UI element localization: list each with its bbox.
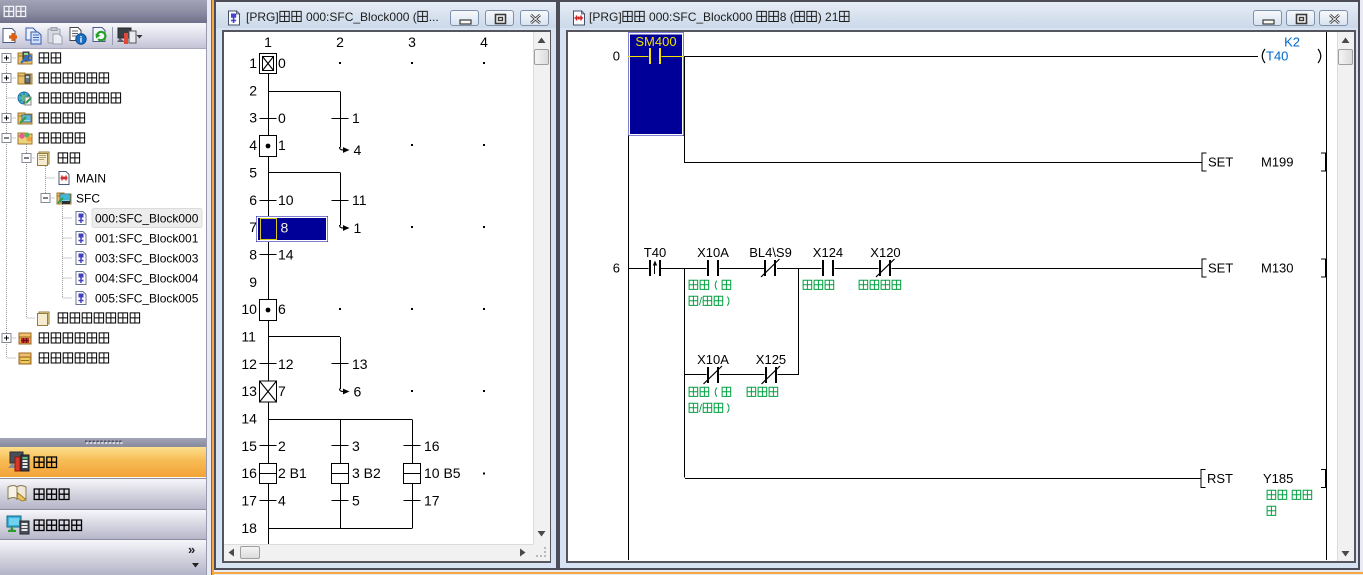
svg-text:7: 7	[278, 383, 286, 399]
svg-text:2 B1: 2 B1	[278, 465, 307, 481]
svg-text:10: 10	[241, 301, 257, 317]
svg-text:17: 17	[241, 493, 257, 509]
svg-text:4: 4	[249, 137, 257, 153]
svg-text:8: 8	[281, 220, 289, 236]
svg-text:1: 1	[278, 137, 286, 153]
svg-text:15: 15	[241, 438, 257, 454]
svg-text:18: 18	[241, 520, 257, 536]
svg-text:11: 11	[352, 192, 367, 208]
svg-text:2: 2	[336, 34, 344, 50]
svg-text:13: 13	[241, 383, 257, 399]
svg-text:K2: K2	[1284, 35, 1300, 50]
svg-text:SM400: SM400	[635, 34, 676, 49]
svg-text:BL4\S9: BL4\S9	[749, 245, 792, 260]
svg-text:M199: M199	[1261, 155, 1294, 170]
svg-text:[PRG]: [PRG]	[246, 10, 279, 24]
svg-text:8: 8	[249, 247, 257, 263]
svg-text:6: 6	[249, 192, 257, 208]
svg-text:12: 12	[278, 356, 294, 372]
svg-text:16: 16	[241, 465, 257, 481]
svg-text:SET: SET	[1208, 155, 1233, 170]
svg-text:001:SFC_Block001: 001:SFC_Block001	[95, 232, 199, 246]
svg-text:6: 6	[613, 261, 620, 276]
svg-text:8 (: 8 (	[780, 10, 794, 24]
svg-text:2: 2	[249, 82, 257, 98]
svg-text:11: 11	[241, 329, 256, 345]
svg-text:14: 14	[241, 411, 257, 427]
svg-text:12: 12	[241, 356, 257, 372]
svg-text:) 21: ) 21	[818, 10, 839, 24]
svg-text:9: 9	[249, 274, 257, 290]
svg-text:1: 1	[264, 34, 272, 50]
svg-text:1: 1	[354, 220, 362, 236]
svg-text:16: 16	[424, 438, 440, 454]
svg-text:6: 6	[278, 301, 286, 317]
svg-text:»: »	[188, 542, 195, 557]
svg-text:T40: T40	[1266, 49, 1288, 64]
svg-text:3: 3	[352, 438, 360, 454]
svg-text:10 B5: 10 B5	[424, 465, 461, 481]
svg-text:SET: SET	[1208, 261, 1233, 276]
svg-text:1: 1	[249, 55, 257, 71]
svg-text:X10A: X10A	[697, 245, 729, 260]
svg-text:1: 1	[352, 110, 360, 126]
svg-text:X125: X125	[756, 352, 786, 367]
svg-text:3 B2: 3 B2	[352, 465, 381, 481]
svg-text:0: 0	[278, 110, 286, 126]
svg-text:Y185: Y185	[1263, 471, 1293, 486]
svg-text:[PRG]: [PRG]	[589, 10, 622, 24]
svg-text:2: 2	[278, 438, 286, 454]
svg-text:...: ...	[429, 10, 439, 24]
svg-text:/: /	[699, 403, 703, 415]
svg-text:17: 17	[424, 493, 440, 509]
svg-text:14: 14	[278, 246, 294, 262]
svg-text:SFC: SFC	[76, 192, 100, 206]
svg-text:005:SFC_Block005: 005:SFC_Block005	[95, 292, 199, 306]
svg-text:0: 0	[278, 55, 286, 71]
svg-text:3: 3	[249, 110, 257, 126]
svg-text:MAIN: MAIN	[76, 172, 106, 186]
svg-text:X120: X120	[870, 245, 900, 260]
svg-text:3: 3	[408, 34, 416, 50]
svg-text:4: 4	[354, 142, 362, 158]
svg-text:i: i	[80, 35, 83, 45]
svg-text:5: 5	[249, 164, 257, 180]
svg-text:/: /	[699, 296, 703, 308]
svg-text:0: 0	[613, 49, 620, 64]
svg-text:10: 10	[278, 192, 294, 208]
svg-text:000:SFC_Block000: 000:SFC_Block000	[646, 10, 756, 24]
svg-text:4: 4	[480, 34, 488, 50]
svg-text:RST: RST	[1207, 471, 1233, 486]
svg-text:13: 13	[352, 356, 368, 372]
svg-text:X124: X124	[813, 245, 843, 260]
svg-text:000:SFC_Block000 (: 000:SFC_Block000 (	[303, 10, 417, 24]
svg-text:000:SFC_Block000: 000:SFC_Block000	[95, 212, 199, 226]
svg-text:4: 4	[278, 493, 286, 509]
svg-text:004:SFC_Block004: 004:SFC_Block004	[95, 272, 199, 286]
svg-text:003:SFC_Block003: 003:SFC_Block003	[95, 252, 199, 266]
svg-text:X10A: X10A	[697, 352, 729, 367]
svg-text:5: 5	[352, 493, 360, 509]
svg-text:T40: T40	[644, 245, 666, 260]
svg-text:M130: M130	[1261, 261, 1294, 276]
svg-text:6: 6	[354, 384, 362, 400]
